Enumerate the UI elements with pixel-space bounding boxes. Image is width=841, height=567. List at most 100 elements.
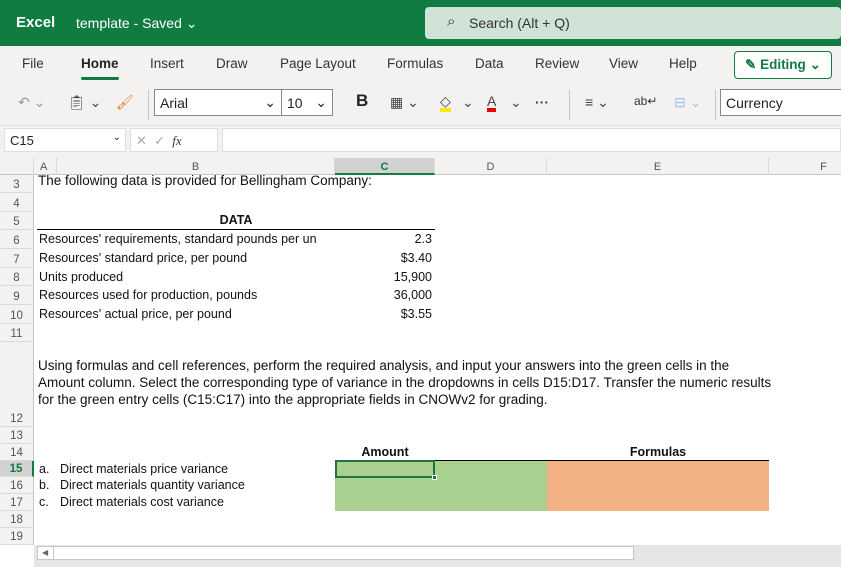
formula-input[interactable] xyxy=(222,128,841,152)
horizontal-scrollbar[interactable]: ◀ xyxy=(37,546,634,560)
align-icon[interactable]: ≡ ⌄ xyxy=(585,94,609,111)
tab-draw[interactable]: Draw xyxy=(216,56,248,71)
search-box[interactable]: ⌕ Search (Alt + Q) xyxy=(425,7,841,39)
row-header-7[interactable]: 7 xyxy=(0,249,34,268)
search-placeholder: Search (Alt + Q) xyxy=(469,15,570,31)
item-label[interactable]: Direct materials quantity variance xyxy=(60,478,245,492)
row-header-6[interactable]: 6 xyxy=(0,230,34,249)
cancel-icon[interactable]: ✕ xyxy=(136,133,147,148)
row-header-3[interactable]: 3 xyxy=(0,175,34,193)
data-label[interactable]: Resources' actual price, per pound xyxy=(39,307,335,321)
item-label[interactable]: Direct materials cost variance xyxy=(60,495,224,509)
data-label[interactable]: Units produced xyxy=(39,270,335,284)
doc-name: template xyxy=(76,15,130,31)
row-header-5[interactable]: 5 xyxy=(0,212,34,230)
item-label[interactable]: Direct materials price variance xyxy=(60,462,228,476)
row-header-9[interactable]: 9 xyxy=(0,286,34,305)
fill-color-dropdown[interactable]: ⌄ xyxy=(462,94,474,111)
column-header-c[interactable]: C xyxy=(335,158,435,175)
row-header-18[interactable]: 18 xyxy=(0,511,34,528)
font-size-select[interactable]: 10 ⌄ xyxy=(281,89,333,116)
font-color-dropdown[interactable]: ⌄ xyxy=(510,94,522,111)
bold-button[interactable]: B xyxy=(356,91,368,111)
merge-icon[interactable]: ⊟ ⌄ xyxy=(674,94,701,111)
font-color-icon[interactable]: A xyxy=(487,94,497,112)
data-value[interactable]: 36,000 xyxy=(335,288,432,302)
tab-file[interactable]: File xyxy=(22,56,44,71)
item-letter[interactable]: a. xyxy=(39,462,49,476)
formulas-cells xyxy=(547,461,769,511)
item-letter[interactable]: c. xyxy=(39,495,49,509)
data-value[interactable]: $3.55 xyxy=(335,307,432,321)
document-title[interactable]: template - Saved ⌄ xyxy=(76,15,197,32)
editing-label: Editing xyxy=(760,57,806,72)
data-value[interactable]: 2.3 xyxy=(335,232,432,246)
row-header-16[interactable]: 16 xyxy=(0,477,34,494)
tab-data[interactable]: Data xyxy=(475,56,504,71)
tab-home[interactable]: Home xyxy=(81,56,119,80)
row-header-14[interactable]: 14 xyxy=(0,444,34,461)
tab-review[interactable]: Review xyxy=(535,56,579,71)
number-format-value: Currency xyxy=(726,95,783,111)
amount-header[interactable]: Amount xyxy=(335,444,435,461)
row-header-19[interactable]: 19 xyxy=(0,528,34,545)
item-letter[interactable]: b. xyxy=(39,478,49,492)
more-options-icon[interactable]: ··· xyxy=(535,94,549,110)
clipboard-icon[interactable]: 📋︎ ⌄ xyxy=(68,94,101,111)
column-header-a[interactable]: A xyxy=(34,158,57,175)
data-label[interactable]: Resources' standard price, per pound xyxy=(39,251,335,265)
formulas-header[interactable]: Formulas xyxy=(547,444,769,461)
row-header-12[interactable]: 12 xyxy=(0,342,34,427)
editing-mode-button[interactable]: ✎ Editing ⌄ xyxy=(734,51,832,79)
intro-text[interactable]: The following data is provided for Belli… xyxy=(38,175,372,191)
font-name-select[interactable]: Arial ⌄ xyxy=(154,89,282,116)
row-header-10[interactable]: 10 xyxy=(0,305,34,324)
undo-icon[interactable]: ↶ ⌄ xyxy=(18,94,45,111)
data-value[interactable]: $3.40 xyxy=(335,251,432,265)
column-header-d[interactable]: D xyxy=(435,158,547,175)
name-box[interactable]: C15 ⌄ xyxy=(4,128,126,152)
number-format-select[interactable]: Currency xyxy=(720,89,841,116)
scroll-divider xyxy=(53,547,54,559)
data-value[interactable]: 15,900 xyxy=(335,270,432,284)
fill-handle[interactable] xyxy=(432,475,437,480)
app-name[interactable]: Excel xyxy=(16,14,55,31)
row-header-8[interactable]: 8 xyxy=(0,268,34,286)
data-header[interactable]: DATA xyxy=(37,213,435,230)
name-box-value: C15 xyxy=(10,133,34,148)
fill-color-icon[interactable]: ◇ xyxy=(440,94,451,112)
divider xyxy=(148,90,149,120)
tab-help[interactable]: Help xyxy=(669,56,697,71)
tab-page-layout[interactable]: Page Layout xyxy=(280,56,356,71)
borders-icon[interactable]: ▦ ⌄ xyxy=(390,94,419,111)
row-header-13[interactable]: 13 xyxy=(0,427,34,444)
confirm-icon[interactable]: ✓ xyxy=(154,133,165,148)
font-size-value: 10 xyxy=(287,95,303,111)
format-painter-icon[interactable]: 🖌︎ xyxy=(116,94,134,111)
row-header-4[interactable]: 4 xyxy=(0,193,34,212)
data-label[interactable]: Resources used for production, pounds xyxy=(39,288,335,302)
row-header-11[interactable]: 11 xyxy=(0,324,34,342)
scroll-left-icon[interactable]: ◀ xyxy=(42,548,48,557)
chevron-down-icon: ⌄ xyxy=(264,94,276,110)
tab-insert[interactable]: Insert xyxy=(150,56,184,71)
tab-formulas[interactable]: Formulas xyxy=(387,56,443,71)
column-header-f[interactable]: F xyxy=(769,158,841,175)
font-name-value: Arial xyxy=(160,95,189,111)
pencil-icon: ✎ xyxy=(745,57,761,72)
ribbon-tabs: File Home Insert Draw Page Layout Formul… xyxy=(0,46,841,80)
column-header-e[interactable]: E xyxy=(547,158,769,175)
divider xyxy=(715,90,716,120)
function-icon[interactable]: fx xyxy=(172,133,181,148)
data-label[interactable]: Resources' requirements, standard pounds… xyxy=(39,232,335,246)
search-icon: ⌕ xyxy=(447,13,456,30)
active-cell-c15[interactable] xyxy=(335,460,437,480)
title-bar: Excel template - Saved ⌄ ⌕ Search (Alt + … xyxy=(0,0,841,46)
wrap-text-icon[interactable]: ab↵ xyxy=(634,94,657,108)
tab-view[interactable]: View xyxy=(609,56,638,71)
column-header-b[interactable]: B xyxy=(57,158,335,175)
row-header-15[interactable]: 15 xyxy=(0,461,34,477)
select-all-corner[interactable] xyxy=(0,158,34,175)
row-header-17[interactable]: 17 xyxy=(0,494,34,511)
instructions-text[interactable]: Using formulas and cell references, perf… xyxy=(38,357,778,408)
